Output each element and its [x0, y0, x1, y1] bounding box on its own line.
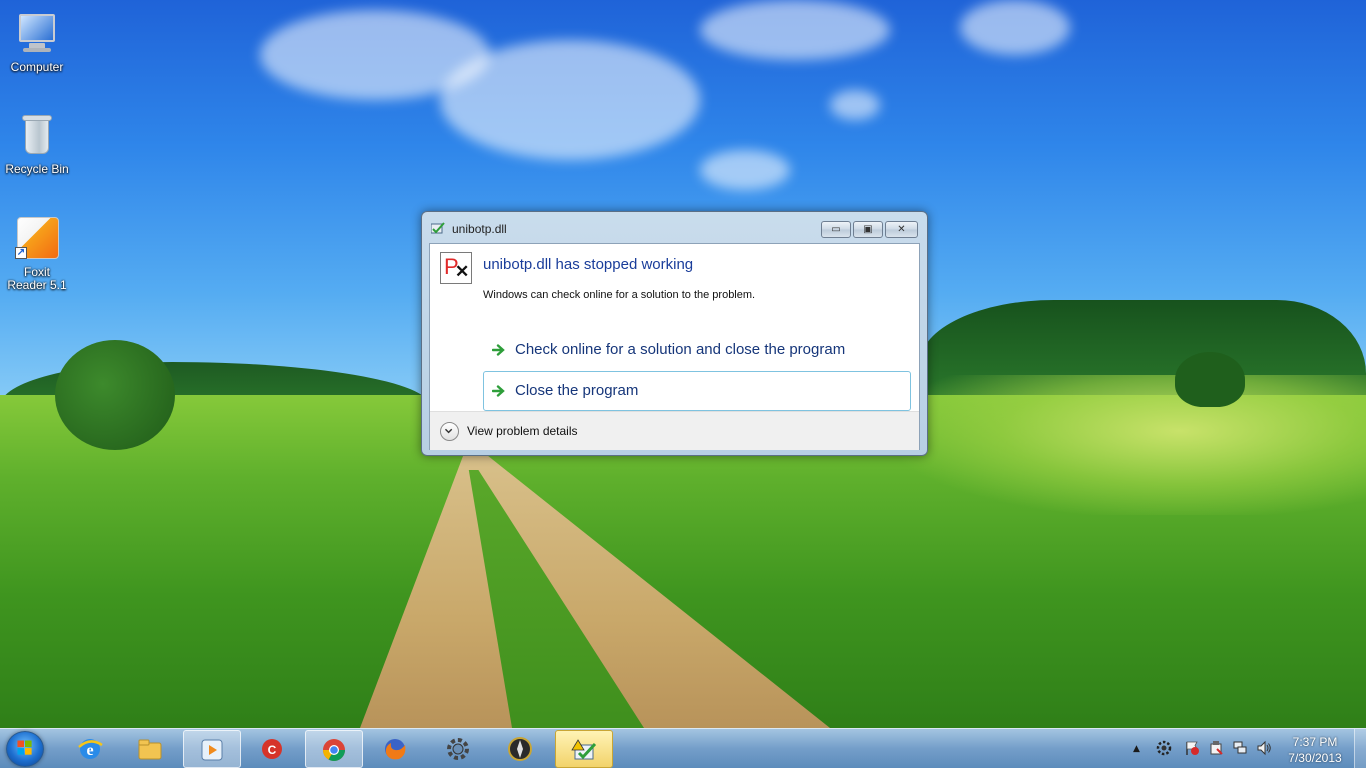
volume-icon[interactable]	[1256, 740, 1272, 756]
clock-date: 7/30/2013	[1288, 751, 1342, 765]
folder-icon	[138, 739, 162, 760]
dialog-message: Windows can check online for a solution …	[483, 289, 756, 301]
recycle-bin-icon	[13, 112, 61, 160]
foxit-reader-icon: ↗	[13, 215, 61, 263]
dialog-footer: View problem details	[430, 411, 919, 450]
taskbar-media-player[interactable]	[183, 730, 241, 768]
svg-text:e: e	[86, 742, 93, 759]
option-label: Check online for a solution and close th…	[515, 341, 846, 358]
close-icon: ✕	[897, 224, 906, 235]
maximize-button[interactable]: ▣	[853, 221, 883, 238]
cloud	[960, 0, 1070, 55]
shortcut-arrow-icon: ↗	[15, 247, 27, 259]
dialog-titlebar[interactable]: unibotp.dll ▭ ▣ ✕	[422, 212, 927, 242]
green-arrow-icon	[492, 344, 505, 356]
compass-icon	[508, 737, 532, 761]
taskbar-settings[interactable]	[430, 730, 488, 768]
tree	[1175, 352, 1245, 407]
gear-icon	[447, 738, 469, 760]
cloud	[700, 0, 890, 60]
desktop-icon-foxit-reader[interactable]: ↗ Foxit Reader 5.1	[0, 215, 74, 292]
media-player-icon	[201, 739, 223, 761]
app-icon-cross: ✕	[455, 262, 470, 281]
svg-text:C: C	[268, 743, 277, 757]
taskbar-clock[interactable]: 7:37 PM 7/30/2013	[1282, 734, 1348, 766]
desktop-icon-label: Foxit Reader 5.1	[7, 265, 67, 292]
desktop-icon-computer[interactable]: Computer	[0, 10, 74, 74]
internet-explorer-icon: e	[78, 739, 103, 759]
app-icon: P ✕	[440, 252, 472, 284]
desktop-icon-label: Recycle Bin	[5, 162, 69, 176]
maximize-icon: ▣	[863, 224, 873, 235]
dialog-content: P ✕ unibotp.dll has stopped working Wind…	[429, 243, 920, 450]
gear-tray-icon[interactable]	[1156, 740, 1172, 756]
cloud	[700, 150, 790, 190]
taskbar-ccleaner[interactable]: C	[244, 730, 302, 768]
taskbar-chrome[interactable]	[305, 730, 363, 768]
dialog-title: unibotp.dll	[452, 222, 507, 236]
taskbar-firefox[interactable]	[367, 730, 425, 768]
usb-device-icon[interactable]	[1208, 740, 1224, 756]
error-report-icon	[431, 222, 445, 234]
error-dialog: unibotp.dll ▭ ▣ ✕ P ✕ unibotp.dll has st…	[421, 211, 928, 456]
show-hidden-icons-button[interactable]: ▲	[1133, 744, 1140, 754]
taskbar-windows-explorer[interactable]	[122, 730, 180, 768]
action-center-flag-icon[interactable]	[1184, 740, 1200, 756]
network-icon[interactable]	[1232, 740, 1248, 756]
desktop-icon-recycle-bin[interactable]: Recycle Bin	[0, 112, 74, 176]
computer-icon	[13, 10, 61, 58]
expand-details-button[interactable]	[440, 422, 459, 441]
windows-logo-icon	[17, 740, 32, 755]
cloud	[440, 40, 700, 160]
clock-time: 7:37 PM	[1292, 735, 1338, 749]
close-program-option[interactable]: Close the program	[483, 371, 911, 411]
chevron-down-icon	[444, 428, 453, 434]
chrome-icon	[323, 739, 345, 761]
bush	[55, 340, 175, 450]
check-online-option[interactable]: Check online for a solution and close th…	[483, 330, 911, 370]
view-problem-details-link[interactable]: View problem details	[467, 424, 578, 438]
minimize-button[interactable]: ▭	[821, 221, 851, 238]
taskbar-compass-app[interactable]	[492, 730, 550, 768]
green-arrow-icon	[492, 385, 505, 397]
ccleaner-icon: C	[262, 739, 282, 759]
dialog-headline: unibotp.dll has stopped working	[483, 256, 694, 273]
start-button[interactable]	[6, 731, 44, 767]
cloud	[830, 90, 880, 120]
desktop-icon-label: Computer	[10, 60, 64, 74]
error-report-icon	[571, 739, 597, 760]
meadow-highlight	[900, 375, 1366, 515]
close-button[interactable]: ✕	[885, 221, 918, 238]
show-desktop-button[interactable]	[1354, 729, 1366, 768]
minimize-icon: ▭	[831, 224, 841, 235]
firefox-icon	[385, 739, 406, 760]
taskbar-internet-explorer[interactable]: e	[62, 730, 120, 768]
taskbar-error-reporting[interactable]	[555, 730, 613, 768]
option-label: Close the program	[515, 382, 639, 399]
